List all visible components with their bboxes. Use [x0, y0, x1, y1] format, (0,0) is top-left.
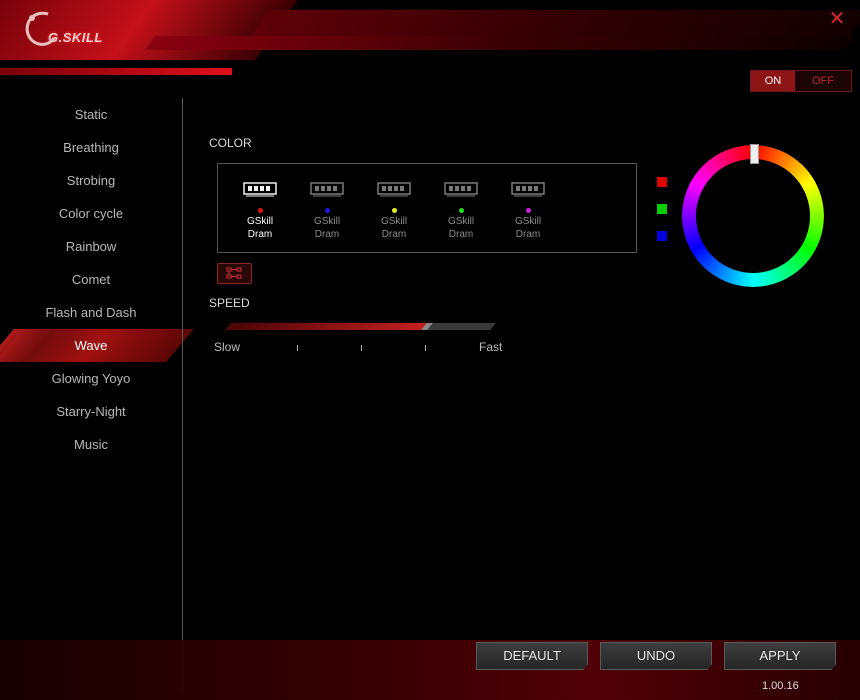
- sidebar-item-static[interactable]: Static: [0, 98, 182, 131]
- ram-module-icon: [444, 182, 478, 197]
- sync-icon: [226, 267, 242, 279]
- version-label: 1.00.16: [762, 680, 799, 692]
- header-decoration: [250, 10, 860, 36]
- header-stripe: [0, 68, 232, 75]
- power-toggle[interactable]: ON OFF: [750, 70, 852, 92]
- title-bar: G.SKILL ✕: [0, 0, 860, 90]
- sidebar-item-rainbow[interactable]: Rainbow: [0, 230, 182, 263]
- dram-module-1[interactable]: GSkill Dram: [232, 180, 288, 241]
- ram-module-icon: [243, 182, 277, 197]
- close-icon: ✕: [828, 8, 846, 30]
- speed-tick: [297, 345, 298, 351]
- close-button[interactable]: ✕: [826, 8, 848, 30]
- ram-module-icon: [377, 182, 411, 197]
- dram-module-3[interactable]: GSkill Dram: [366, 180, 422, 241]
- effect-sidebar: Static Breathing Strobing Color cycle Ra…: [0, 98, 182, 461]
- module-color-dot: [525, 208, 531, 213]
- sidebar-item-strobing[interactable]: Strobing: [0, 164, 182, 197]
- speed-slider[interactable]: [225, 323, 496, 330]
- module-label-line1: GSkill: [380, 216, 408, 227]
- sidebar-item-starry-night[interactable]: Starry-Night: [0, 395, 182, 428]
- gskill-logo: G.SKILL: [20, 8, 120, 52]
- default-button[interactable]: DEFAULT: [476, 642, 588, 670]
- ram-module-icon: [310, 182, 344, 197]
- module-label-line2: Dram: [381, 229, 407, 240]
- speed-slider-fill: [225, 323, 430, 330]
- speed-tick: [425, 345, 426, 351]
- color-section-label: COLOR: [209, 136, 252, 150]
- sidebar-item-music[interactable]: Music: [0, 428, 182, 461]
- module-label-line1: GSkill: [514, 216, 542, 227]
- apply-button[interactable]: APPLY: [724, 642, 836, 670]
- module-label-line1: GSkill: [447, 216, 475, 227]
- dram-module-4[interactable]: GSkill Dram: [433, 180, 489, 241]
- header-decoration: [145, 36, 855, 50]
- module-label-line2: Dram: [314, 229, 340, 240]
- module-color-dot: [257, 208, 263, 213]
- blue-swatch[interactable]: [657, 231, 667, 241]
- module-color-dot: [458, 208, 464, 213]
- module-label-line2: Dram: [247, 229, 273, 240]
- power-on-option[interactable]: ON: [751, 71, 795, 91]
- sync-modules-button[interactable]: [217, 263, 252, 284]
- dram-module-5[interactable]: GSkill Dram: [500, 180, 556, 241]
- module-label-line2: Dram: [515, 229, 541, 240]
- sidebar-item-wave[interactable]: Wave: [0, 329, 182, 362]
- sidebar-item-glowing-yoyo[interactable]: Glowing Yoyo: [0, 362, 182, 395]
- speed-tick: [361, 345, 362, 351]
- module-label-line1: GSkill: [246, 216, 274, 227]
- sidebar-item-flash-and-dash[interactable]: Flash and Dash: [0, 296, 182, 329]
- sidebar-divider: [182, 98, 183, 690]
- dram-module-panel: GSkill Dram GSkill Dram GSkill Dram GSki…: [217, 163, 637, 253]
- color-wheel-handle[interactable]: [750, 144, 759, 164]
- module-label-line2: Dram: [448, 229, 474, 240]
- logo-swirl-icon: [25, 11, 56, 46]
- color-wheel[interactable]: [682, 144, 824, 287]
- module-color-dot: [324, 208, 330, 213]
- power-off-option[interactable]: OFF: [795, 71, 851, 91]
- sidebar-item-breathing[interactable]: Breathing: [0, 131, 182, 164]
- sidebar-item-comet[interactable]: Comet: [0, 263, 182, 296]
- green-swatch[interactable]: [657, 204, 667, 214]
- red-swatch[interactable]: [657, 177, 667, 187]
- speed-fast-label: Fast: [479, 340, 503, 354]
- module-label-line1: GSkill: [313, 216, 341, 227]
- color-wheel-ring[interactable]: [682, 145, 824, 287]
- dram-module-2[interactable]: GSkill Dram: [299, 180, 355, 241]
- sidebar-item-color-cycle[interactable]: Color cycle: [0, 197, 182, 230]
- module-color-dot: [391, 208, 397, 213]
- speed-slow-label: Slow: [214, 340, 241, 354]
- speed-section-label: SPEED: [209, 296, 250, 310]
- undo-button[interactable]: UNDO: [600, 642, 712, 670]
- ram-module-icon: [511, 182, 545, 197]
